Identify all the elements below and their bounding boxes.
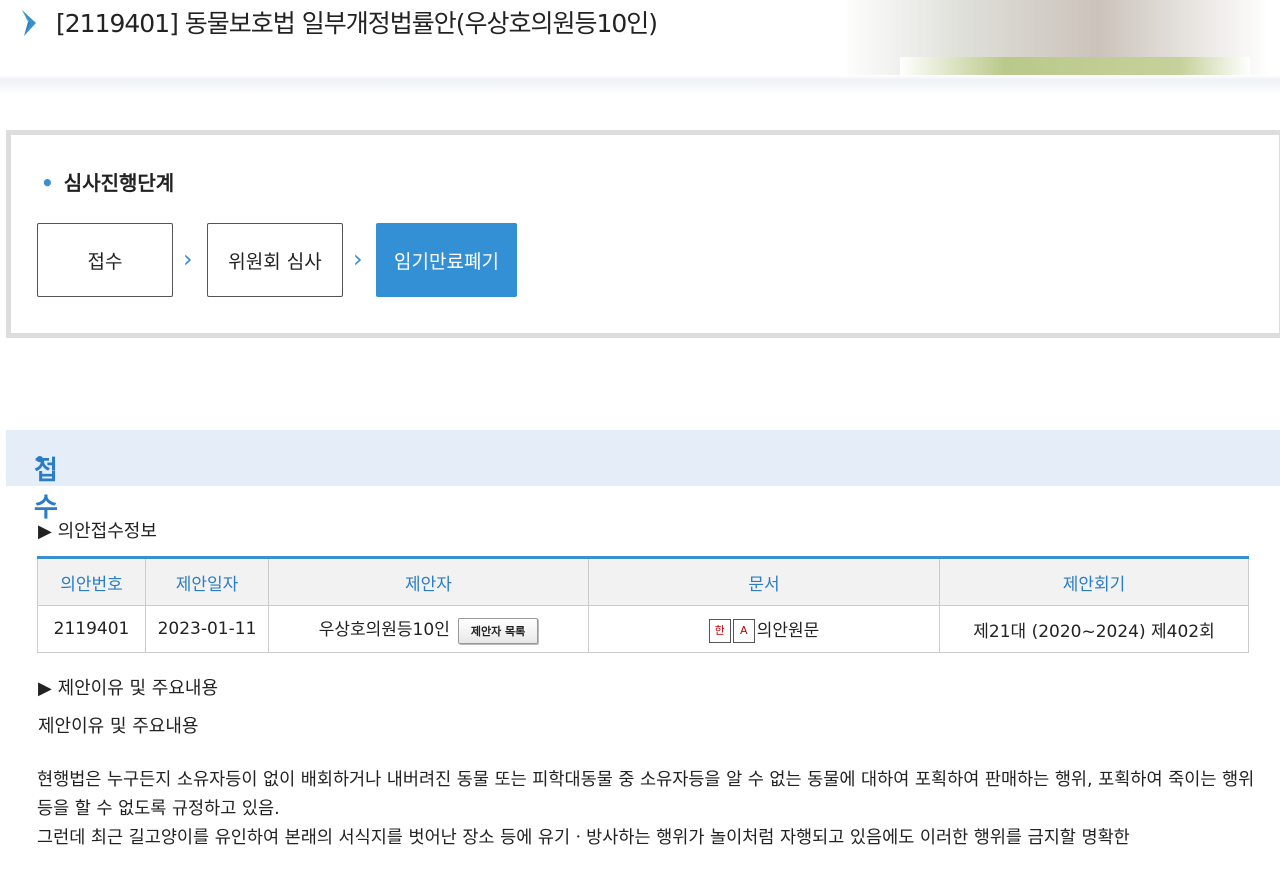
reason-subtitle: 제안이유 및 주요내용 [38, 716, 199, 737]
paragraph: 그런데 최근 길고양이를 유인하여 본래의 서식지를 벗어난 장소 등에 유기ㆍ… [37, 828, 1130, 848]
col-header: 문서 [588, 557, 940, 606]
stage-heading: • 심사진행단계 [41, 171, 175, 195]
hwp-file-icon[interactable]: 한 [708, 618, 731, 643]
receipt-info-label: ▶ 의안접수정보 [38, 521, 157, 542]
section-header: • 접수 [6, 430, 1280, 523]
review-stage-panel: • 심사진행단계 접수 › 위원회 심사 › 임기만료폐기 [6, 130, 1280, 338]
reason-body: 현행법은 누구든지 소유자등이 없이 배회하거나 내버려진 동물 또는 피학대동… [37, 766, 1257, 853]
proposer-cell: 우상호의원등10인 제안자 목록 [268, 605, 589, 653]
pdf-file-icon[interactable]: A [732, 618, 755, 643]
document-link[interactable]: 의안원문 [757, 621, 820, 641]
session: 제21대 (2020~2024) 제402회 [939, 605, 1249, 653]
bill-number: 2119401 [37, 605, 146, 653]
reason-label: ▶ 제안이유 및 주요내용 [38, 678, 219, 699]
paragraph: 현행법은 누구든지 소유자등이 없이 배회하거나 내버려진 동물 또는 피학대동… [37, 770, 1255, 819]
col-header: 의안번호 [37, 557, 146, 606]
step-expired: 임기만료폐기 [376, 223, 517, 297]
document-cell: 한 A 의안원문 [588, 605, 940, 653]
assembly-building-image [840, 0, 1270, 75]
page-title: [2119401] 동물보호법 일부개정법률안(우상호의원등10인) [56, 9, 658, 38]
chevron-right-icon: › [353, 245, 363, 273]
chevron-icon [22, 10, 36, 36]
col-header: 제안회기 [939, 557, 1249, 606]
header-banner: [2119401] 동물보호법 일부개정법률안(우상호의원등10인) [0, 0, 1280, 95]
table-row: 2119401 2023-01-11 우상호의원등10인 제안자 목록 한 A 의안원… [37, 605, 1249, 653]
proposal-date: 2023-01-11 [145, 605, 269, 653]
proposer-list-button[interactable]: 제안자 목록 [457, 617, 539, 644]
col-header: 제안자 [268, 557, 589, 606]
col-header: 제안일자 [145, 557, 269, 606]
step-received: 접수 [37, 223, 173, 297]
step-committee-review: 위원회 심사 [207, 223, 343, 297]
chevron-right-icon: › [183, 245, 193, 273]
proposer: 우상호의원등10인 [318, 619, 450, 640]
receipt-table: 의안번호 제안일자 제안자 문서 제안회기 2119401 2023-01-11… [37, 556, 1249, 653]
